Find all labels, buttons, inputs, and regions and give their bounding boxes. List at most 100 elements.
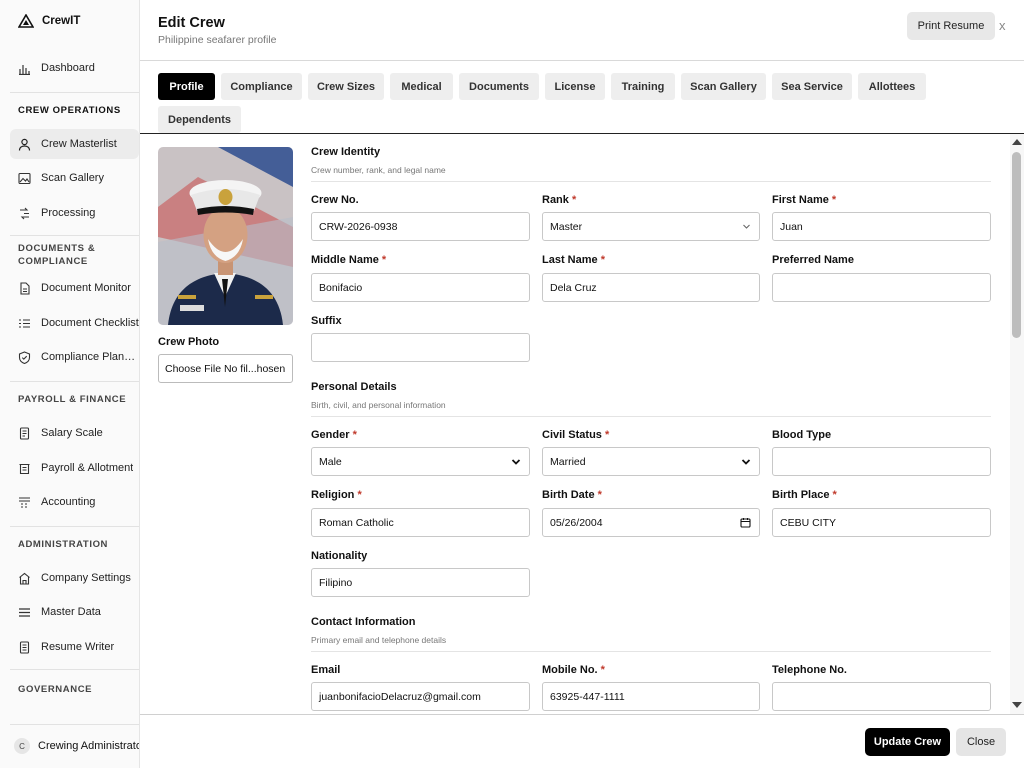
shield-check-icon: [18, 350, 31, 364]
avatar: C: [14, 738, 30, 754]
rank-select-value: Master: [550, 220, 583, 233]
last-name-input[interactable]: Dela Cruz: [542, 273, 760, 302]
tab-documents[interactable]: Documents: [459, 73, 539, 100]
crew-no-input[interactable]: CRW-2026-0938: [311, 212, 530, 241]
section-desc-crew-identity: Crew number, rank, and legal name: [311, 165, 446, 175]
sidebar-item-label: Processing: [41, 207, 96, 219]
sidebar-item-master-data[interactable]: Master Data: [10, 597, 139, 627]
civil-status-label: Civil Status *: [542, 429, 610, 441]
user-name: Crewing Administrator: [38, 740, 140, 752]
sidebar-divider: [10, 526, 139, 527]
sidebar-item-crew-masterlist[interactable]: Crew Masterlist: [10, 129, 139, 159]
crew-photo-file-input[interactable]: Choose File No fil...hosen: [158, 354, 293, 383]
nationality-input[interactable]: Filipino: [311, 568, 530, 597]
scroll-down-arrow-icon[interactable]: [1012, 702, 1022, 708]
rank-label: Rank *: [542, 194, 577, 206]
sidebar-item-scan-gallery[interactable]: Scan Gallery: [10, 163, 139, 193]
sidebar-item-resume-writer[interactable]: Resume Writer: [10, 632, 139, 662]
edit-crew-modal: Edit Crew Philippine seafarer profile Pr…: [140, 0, 1024, 768]
user-menu[interactable]: C Crewing Administrator: [14, 738, 140, 754]
section-crew-operations: CREW OPERATIONS: [18, 105, 121, 116]
sidebar-item-label: Crew Masterlist: [41, 138, 117, 150]
close-button[interactable]: Close: [956, 728, 1006, 756]
brand[interactable]: CrewIT: [18, 14, 80, 28]
section-documents-compliance: DOCUMENTS & COMPLIANCE: [18, 243, 96, 267]
tab-allottees[interactable]: Allottees: [858, 73, 926, 100]
section-desc-personal-details: Birth, civil, and personal information: [311, 400, 446, 410]
blood-type-input[interactable]: [772, 447, 991, 476]
tabs-divider: [140, 133, 1024, 134]
sidebar-item-accounting[interactable]: Accounting: [10, 487, 139, 517]
birth-date-input[interactable]: 05/26/2004: [542, 508, 760, 537]
crew-photo-image: [158, 147, 293, 325]
tab-sea-service[interactable]: Sea Service: [772, 73, 852, 100]
header-divider: [140, 60, 1024, 61]
sidebar-item-label: Resume Writer: [41, 641, 115, 653]
sidebar-item-salary-scale[interactable]: Salary Scale: [10, 418, 139, 448]
gender-select[interactable]: Male: [311, 447, 530, 476]
scrollbar-thumb[interactable]: [1012, 152, 1021, 338]
close-icon[interactable]: x: [999, 18, 1006, 33]
civil-status-select[interactable]: Married: [542, 447, 760, 476]
sidebar-item-document-monitor[interactable]: Document Monitor: [10, 273, 139, 303]
modal-subtitle: Philippine seafarer profile: [158, 34, 277, 46]
tab-dependents[interactable]: Dependents: [158, 106, 241, 133]
sidebar-item-document-checklist[interactable]: Document Checklist: [10, 308, 139, 338]
footer-divider: [140, 714, 1024, 715]
first-name-label: First Name *: [772, 194, 837, 206]
tab-training[interactable]: Training: [611, 73, 675, 100]
sidebar-item-label: Scan Gallery: [41, 172, 104, 184]
section-desc-contact-information: Primary email and telephone details: [311, 635, 447, 645]
birth-date-label: Birth Date *: [542, 489, 602, 501]
sidebar-item-label: Salary Scale: [41, 427, 103, 439]
sidebar-divider: [10, 381, 139, 382]
sidebar-item-company-settings[interactable]: Company Settings: [10, 563, 139, 593]
tab-scan-gallery[interactable]: Scan Gallery: [681, 73, 766, 100]
tab-compliance[interactable]: Compliance: [221, 73, 302, 100]
crew-photo: [158, 147, 293, 325]
section-divider: [311, 416, 991, 417]
religion-label: Religion *: [311, 489, 362, 501]
resume-icon: [19, 640, 30, 654]
scroll-up-arrow-icon[interactable]: [1012, 139, 1022, 145]
tab-license[interactable]: License: [545, 73, 605, 100]
sidebar-item-label: Company Settings: [41, 572, 131, 584]
email-input[interactable]: juanbonifacioDelacruz@gmail.com: [311, 682, 530, 711]
sidebar-item-compliance-planning[interactable]: Compliance Planni...: [10, 342, 139, 372]
print-resume-button[interactable]: Print Resume: [907, 12, 995, 40]
sidebar-divider: [10, 669, 139, 670]
processing-icon: [20, 207, 29, 219]
sidebar-item-payroll-allotment[interactable]: Payroll & Allotment: [10, 453, 139, 483]
nationality-label: Nationality: [311, 550, 368, 562]
gender-select-value: Male: [319, 455, 342, 468]
image-icon: [18, 172, 31, 184]
rank-select[interactable]: Master: [542, 212, 760, 241]
section-title-contact-information: Contact Information: [311, 616, 416, 628]
calendar-icon[interactable]: [740, 517, 751, 528]
tab-medical[interactable]: Medical: [390, 73, 453, 100]
update-crew-button[interactable]: Update Crew: [865, 728, 950, 756]
building-icon: [19, 572, 30, 585]
sidebar-item-label: Dashboard: [41, 62, 95, 74]
chevron-down-icon: [743, 224, 750, 229]
birth-place-input[interactable]: CEBU CITY: [772, 508, 991, 537]
middle-name-input[interactable]: Bonifacio: [311, 273, 530, 302]
mobile-input[interactable]: 63925-447-1111: [542, 682, 760, 711]
gender-label: Gender *: [311, 429, 357, 441]
sidebar-item-dashboard[interactable]: Dashboard: [10, 53, 139, 83]
religion-input[interactable]: Roman Catholic: [311, 508, 530, 537]
crew-photo-label: Crew Photo: [158, 336, 220, 348]
suffix-input[interactable]: [311, 333, 530, 362]
telephone-input[interactable]: [772, 682, 991, 711]
telephone-label: Telephone No.: [772, 664, 847, 676]
preferred-name-input[interactable]: [772, 273, 991, 302]
sidebar-item-label: Master Data: [41, 606, 101, 618]
sidebar-divider: [10, 724, 139, 725]
section-title-crew-identity: Crew Identity: [311, 146, 381, 158]
sidebar-item-label: Accounting: [41, 496, 96, 508]
tab-profile[interactable]: Profile: [158, 73, 215, 100]
first-name-input[interactable]: Juan: [772, 212, 991, 241]
crewit-logo-icon: [18, 14, 34, 28]
tab-crew-sizes[interactable]: Crew Sizes: [308, 73, 384, 100]
sidebar-item-processing[interactable]: Processing: [10, 198, 139, 228]
